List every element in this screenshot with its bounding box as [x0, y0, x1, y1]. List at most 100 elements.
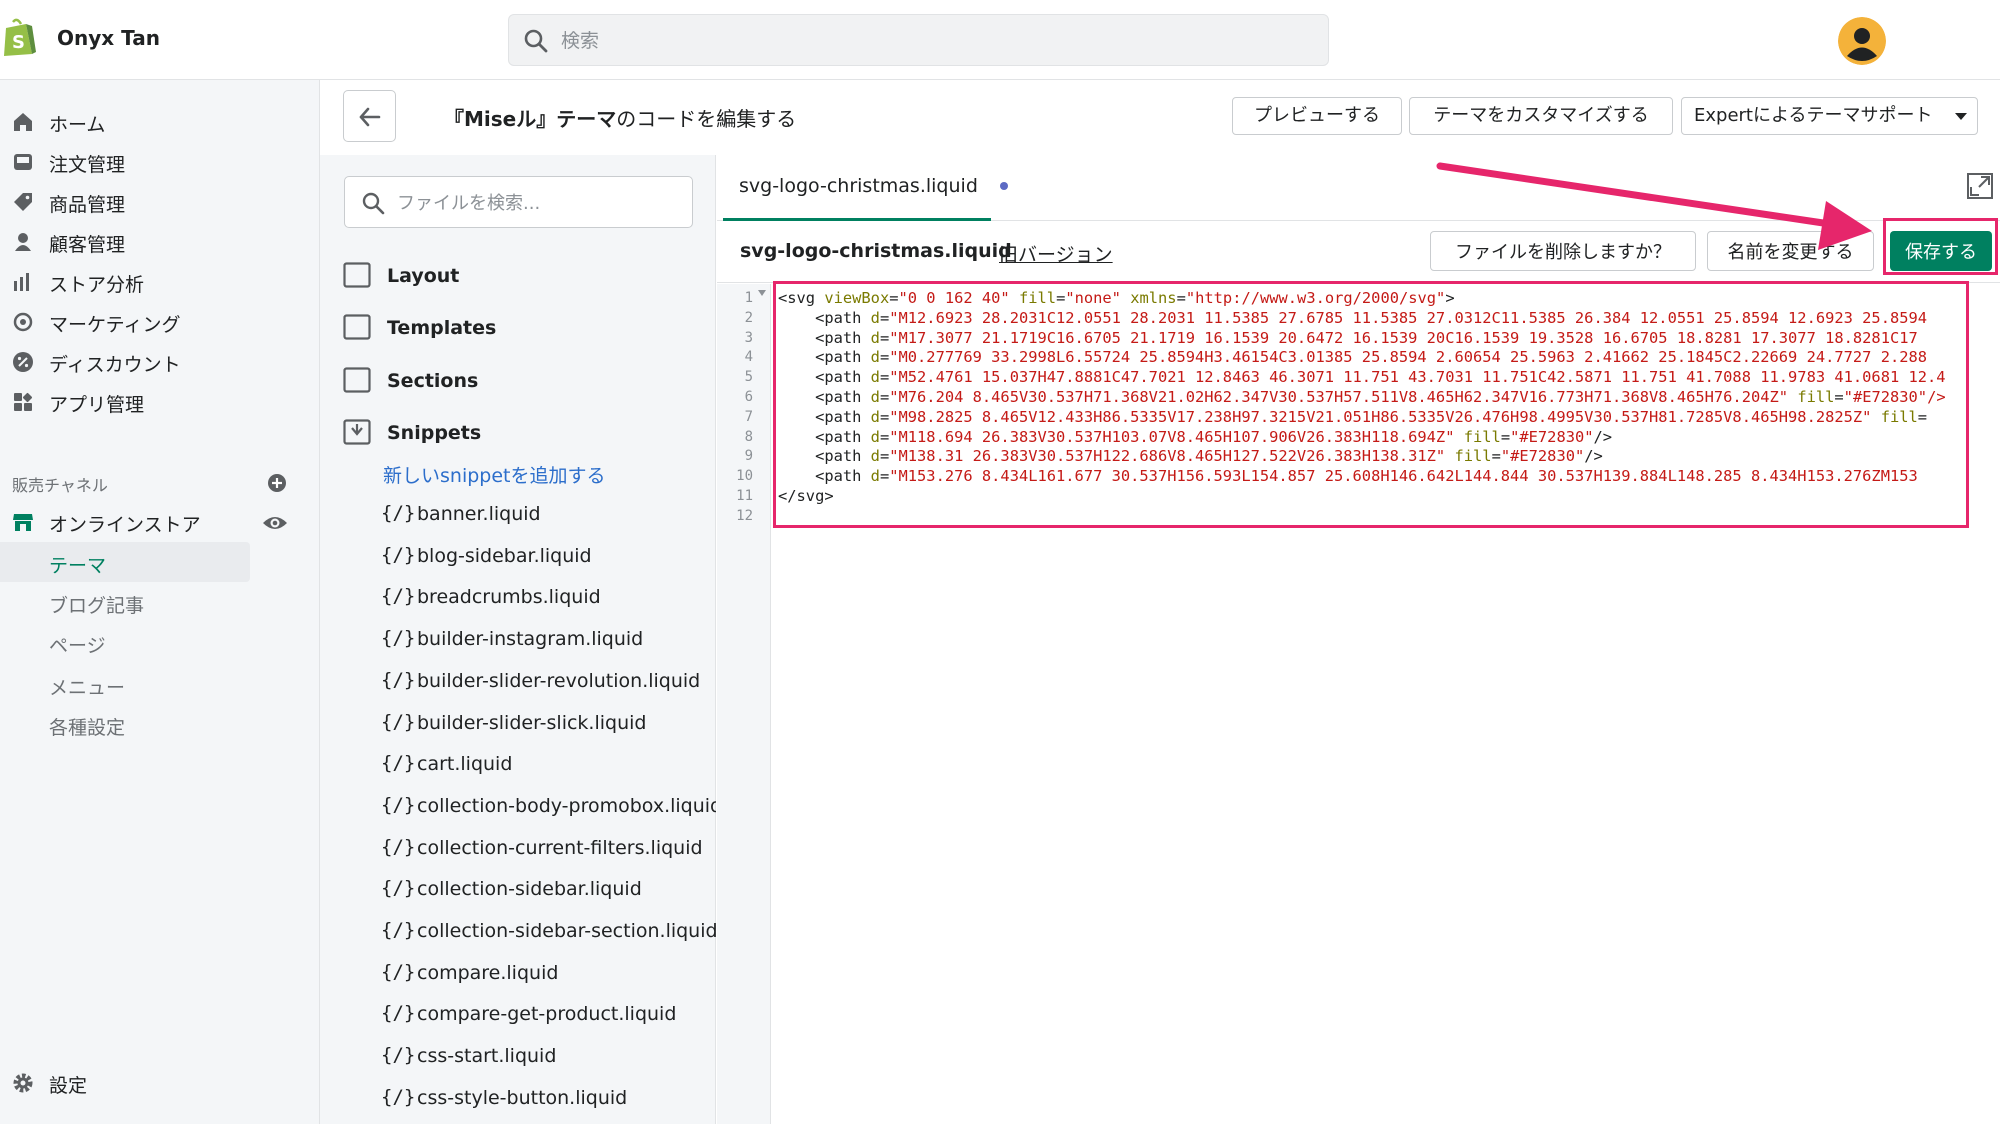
- save-highlight-box: [1883, 218, 1998, 275]
- unsaved-dot-icon: [1000, 182, 1008, 190]
- global-search[interactable]: [508, 14, 1329, 66]
- apps-icon: [14, 392, 33, 411]
- liquid-file-icon: {/}: [381, 961, 416, 983]
- sidebar-item-label: 注文管理: [49, 154, 126, 176]
- caret-down-icon: [1955, 113, 1967, 120]
- snippet-file-row[interactable]: {/} builder-slider-revolution.liquid: [381, 663, 716, 701]
- line-number: 8: [744, 429, 753, 445]
- arrow-left-icon: [359, 107, 381, 127]
- search-input[interactable]: [561, 25, 1301, 57]
- search-icon: [362, 192, 385, 215]
- code-highlight-box: [773, 281, 1969, 528]
- liquid-file-icon: {/}: [381, 877, 416, 899]
- user-avatar-icon[interactable]: [1838, 17, 1886, 65]
- sidebar-item-customers[interactable]: 顧客管理: [0, 222, 320, 262]
- snippet-file-row[interactable]: {/} banner.liquid: [381, 496, 716, 534]
- snippet-file-row[interactable]: {/} css-style-button.liquid: [381, 1080, 716, 1118]
- file-search[interactable]: [344, 176, 693, 228]
- liquid-file-icon: {/}: [381, 752, 416, 774]
- sidebar-item-label: ストア分析: [49, 274, 145, 296]
- line-number: 5: [744, 369, 753, 385]
- folder-icon: [343, 367, 371, 393]
- snippet-file-row[interactable]: {/} collection-sidebar.liquid: [381, 871, 716, 909]
- liquid-file-icon: {/}: [381, 711, 416, 733]
- snippet-file-row[interactable]: {/} css-start.liquid: [381, 1038, 716, 1076]
- delete-file-button[interactable]: ファイルを削除しますか？: [1430, 231, 1696, 271]
- add-channel-icon[interactable]: [266, 472, 288, 494]
- snippet-file-row[interactable]: {/} compare.liquid: [381, 955, 716, 993]
- expert-support-dropdown[interactable]: Expertによるテーマサポート: [1681, 97, 1978, 135]
- folder-snippets[interactable]: Snippets: [343, 413, 703, 453]
- snippet-file-row[interactable]: {/} collection-sidebar-section.liquid: [381, 913, 716, 951]
- sidebar-item-home[interactable]: ホーム: [0, 102, 320, 142]
- snippet-file-label: collection-sidebar-section.liquid: [417, 920, 716, 942]
- liquid-file-icon: {/}: [381, 627, 416, 649]
- liquid-file-icon: {/}: [381, 794, 416, 816]
- expert-support-label: Expertによるテーマサポート: [1694, 105, 1933, 126]
- sidebar-item-analytics[interactable]: ストア分析: [0, 262, 320, 302]
- sidebar-item-settings[interactable]: 設定: [0, 1063, 320, 1103]
- editor-tab[interactable]: svg-logo-christmas.liquid: [723, 155, 1008, 221]
- expand-icon[interactable]: [1966, 172, 1994, 200]
- sidebar-subitem-label: テーマ: [49, 555, 107, 577]
- line-number: 6: [744, 389, 753, 405]
- line-number: 12: [736, 508, 753, 524]
- liquid-file-icon: {/}: [381, 919, 416, 941]
- sidebar-item-label: 設定: [49, 1075, 88, 1097]
- snippet-file-label: compare-get-product.liquid: [417, 1003, 677, 1025]
- eye-icon[interactable]: [262, 512, 288, 534]
- sidebar-item-label: ディスカウント: [49, 354, 181, 376]
- person-icon: [15, 233, 31, 251]
- line-number: 7: [744, 409, 753, 425]
- top-bar: S Onyx Tan: [0, 0, 2000, 80]
- search-icon: [524, 29, 548, 53]
- snippet-file-row[interactable]: {/} cart.liquid: [381, 746, 716, 784]
- sidebar-subitem-themes[interactable]: テーマ: [0, 542, 250, 582]
- liquid-file-icon: {/}: [381, 1002, 416, 1024]
- snippet-file-row[interactable]: {/} builder-slider-slick.liquid: [381, 705, 716, 743]
- sidebar-subitem-preferences[interactable]: 各種設定: [0, 704, 250, 744]
- target-icon: [13, 312, 33, 332]
- snippet-file-row[interactable]: {/} compare-get-product.liquid: [381, 996, 716, 1034]
- store-icon: [13, 514, 33, 531]
- file-search-input[interactable]: [397, 188, 682, 218]
- snippet-file-label: collection-body-promobox.liquid: [417, 795, 716, 817]
- folder-sections[interactable]: Sections: [343, 361, 703, 401]
- title-quote-close: 』テーマ: [536, 107, 617, 131]
- sidebar-item-discounts[interactable]: ディスカウント: [0, 342, 320, 382]
- snippet-file-label: blog-sidebar.liquid: [417, 545, 592, 567]
- rename-button[interactable]: 名前を変更する: [1707, 231, 1874, 271]
- fold-caret-icon[interactable]: [758, 290, 766, 296]
- snippet-file-row[interactable]: {/} breadcrumbs.liquid: [381, 579, 716, 617]
- back-button[interactable]: [343, 90, 396, 142]
- folder-templates[interactable]: Templates: [343, 308, 703, 348]
- old-versions-link[interactable]: 旧バージョン: [999, 240, 1113, 267]
- sidebar-item-products[interactable]: 商品管理: [0, 182, 320, 222]
- sidebar-subitem-navigation[interactable]: メニュー: [0, 664, 250, 704]
- sidebar-item-marketing[interactable]: マーケティング: [0, 302, 320, 342]
- folder-label: Snippets: [387, 422, 482, 444]
- store-name[interactable]: Onyx Tan: [57, 26, 160, 50]
- sidebar-item-orders[interactable]: 注文管理: [0, 142, 320, 182]
- snippet-file-row[interactable]: {/} collection-current-filters.liquid: [381, 830, 716, 868]
- snippet-file-label: css-style-button.liquid: [417, 1087, 628, 1109]
- preview-button[interactable]: プレビューする: [1232, 97, 1402, 135]
- sidebar-subitem-blog-posts[interactable]: ブログ記事: [0, 582, 250, 622]
- folder-layout[interactable]: Layout: [343, 256, 703, 296]
- sidebar-subitem-label: 各種設定: [49, 717, 126, 739]
- sidebar-item-label: ホーム: [49, 114, 106, 136]
- shopify-logo-icon[interactable]: S: [2, 18, 36, 58]
- customize-theme-button[interactable]: テーマをカスタマイズする: [1409, 97, 1673, 135]
- snippet-file-row[interactable]: {/} builder-instagram.liquid: [381, 621, 716, 659]
- snippet-file-label: builder-instagram.liquid: [417, 628, 644, 650]
- editor-tab-label: svg-logo-christmas.liquid: [739, 175, 978, 197]
- snippet-file-label: builder-slider-slick.liquid: [417, 712, 647, 734]
- line-number: 9: [744, 448, 753, 464]
- line-number: 1: [744, 290, 753, 306]
- snippet-file-label: compare.liquid: [417, 962, 559, 984]
- snippet-file-row[interactable]: {/} blog-sidebar.liquid: [381, 538, 716, 576]
- snippet-file-row[interactable]: {/} collection-body-promobox.liquid: [381, 788, 716, 826]
- add-snippet-link[interactable]: 新しいsnippetを追加する: [383, 461, 605, 488]
- sidebar-item-apps[interactable]: アプリ管理: [0, 382, 320, 422]
- sidebar-subitem-pages[interactable]: ページ: [0, 622, 250, 662]
